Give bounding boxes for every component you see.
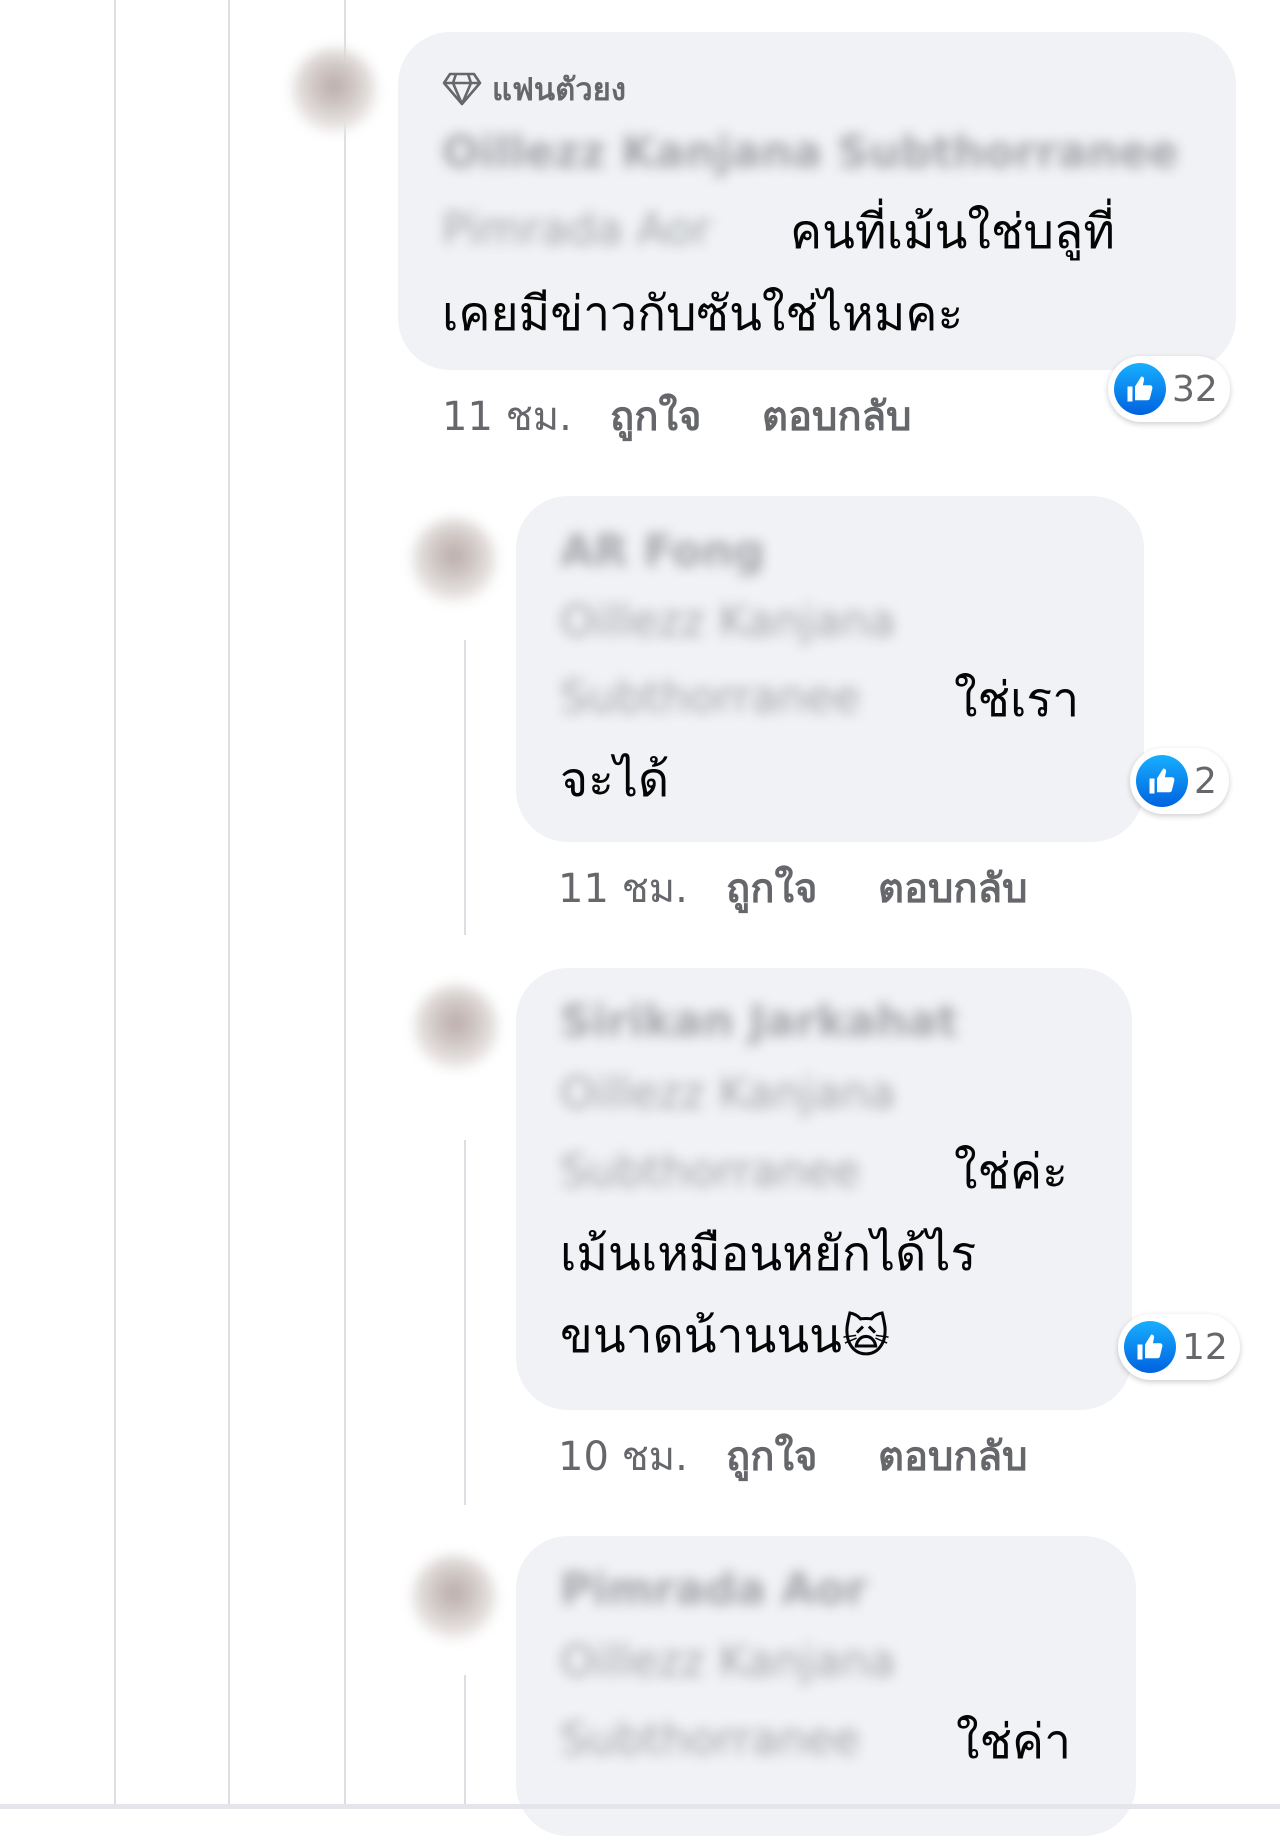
timestamp[interactable]: 11 ชม. [442, 384, 610, 448]
reaction-count[interactable]: 2 [1130, 748, 1229, 814]
mention-tag[interactable]: Subthorranee [560, 1714, 860, 1765]
comment-actions: 10 ชม. ถูกใจ ตอบกลับ [558, 1424, 1028, 1488]
mention-tag[interactable]: Pimrada Aor [442, 204, 711, 255]
mention-tag[interactable]: Oillezz Kanjana [560, 1068, 896, 1119]
mention-tag[interactable]: Oillezz Kanjana [560, 596, 896, 647]
like-reaction-icon [1136, 755, 1188, 807]
comment-bubble: แฟนตัวยง Oillezz Kanjana Subthorranee Pi… [398, 32, 1236, 370]
thread-rail-main [228, 0, 230, 1809]
comment-text-segment: ขนาดน้านนน [560, 1308, 842, 1364]
top-fan-badge[interactable]: แฟนตัวยง [442, 64, 626, 114]
badge-label: แฟนตัวยง [492, 72, 626, 108]
bottom-divider [0, 1804, 1280, 1809]
comment-text-line: เคยมีข่าวกับซันใช่ไหมคะ [442, 286, 964, 342]
mention-tag[interactable]: Subthorranee [560, 672, 860, 723]
thread-rail-reply-3 [464, 1675, 466, 1809]
reply-button[interactable]: ตอบกลับ [762, 384, 912, 448]
like-button[interactable]: ถูกใจ [726, 856, 878, 920]
avatar[interactable] [292, 48, 376, 132]
like-button[interactable]: ถูกใจ [726, 1424, 878, 1488]
comment-bubble: Pimrada Aor Oillezz Kanjana Subthorranee… [516, 1536, 1136, 1836]
comment-text-line: ขนาดน้านนน🙀 [560, 1298, 890, 1374]
reaction-count-value: 32 [1172, 368, 1218, 410]
mention-tag[interactable]: Subthorranee [560, 1146, 860, 1197]
reply-button[interactable]: ตอบกลับ [878, 1424, 1028, 1488]
diamond-icon [442, 72, 482, 106]
like-button[interactable]: ถูกใจ [610, 384, 762, 448]
author-name[interactable]: Oillezz Kanjana Subthorranee [442, 127, 1178, 178]
author-name[interactable]: AR Fong [560, 526, 765, 577]
author-name[interactable]: Sirikan Jarkahat [560, 996, 958, 1047]
timestamp[interactable]: 10 ชม. [558, 1424, 726, 1488]
comment-actions: 11 ชม. ถูกใจ ตอบกลับ [558, 856, 1028, 920]
timestamp[interactable]: 11 ชม. [558, 856, 726, 920]
reaction-count-value: 2 [1194, 760, 1217, 802]
reaction-count[interactable]: 12 [1118, 1314, 1240, 1380]
author-name[interactable]: Pimrada Aor [560, 1564, 867, 1615]
reply-button[interactable]: ตอบกลับ [878, 856, 1028, 920]
comment-text-line: จะได้ [560, 752, 670, 808]
comment-bubble: AR Fong Oillezz Kanjana Subthorranee ใช่… [516, 496, 1144, 842]
mention-tag[interactable]: Oillezz Kanjana [560, 1636, 896, 1687]
like-reaction-icon [1114, 363, 1166, 415]
thread-rail-outer [114, 0, 116, 1809]
reaction-count[interactable]: 32 [1108, 356, 1230, 422]
avatar[interactable] [412, 518, 496, 602]
thread-rail-inner [344, 0, 346, 1809]
scared-cat-emoji: 🙀 [841, 1309, 890, 1363]
thread-rail-reply-2 [464, 1140, 466, 1505]
comment-bubble: Sirikan Jarkahat Oillezz Kanjana Subthor… [516, 968, 1132, 1410]
like-reaction-icon [1124, 1321, 1176, 1373]
comment-actions: 11 ชม. ถูกใจ ตอบกลับ [442, 384, 912, 448]
comment-text-line: คนที่เม้นใช่บลูที่ [790, 204, 1115, 260]
avatar[interactable] [414, 985, 498, 1069]
comment-text-line: เม้นเหมือนหยักได้ไร [560, 1226, 977, 1282]
avatar[interactable] [412, 1555, 496, 1639]
comment-text-line: ใช่ค่า [956, 1714, 1072, 1770]
reaction-count-value: 12 [1182, 1326, 1228, 1368]
comment-text-line: ใช่เรา [954, 672, 1080, 728]
comment-text-line: ใช่ค่ะ [954, 1144, 1068, 1200]
thread-rail-reply-1 [464, 640, 466, 935]
